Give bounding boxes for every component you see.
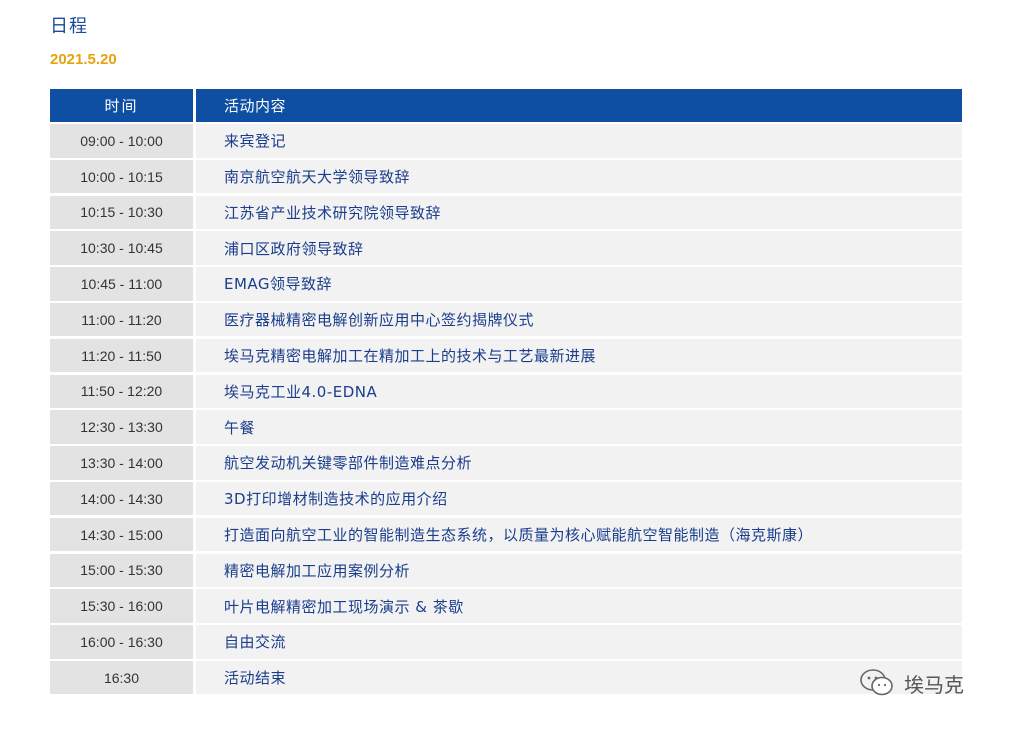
activity-cell: 浦口区政府领导致辞	[196, 231, 962, 265]
schedule-table: 时间 活动内容 09:00 - 10:00 来宾登记 10:00 - 10:15 南京…	[50, 89, 962, 697]
schedule-page: 日程 2021.5.20 时间 活动内容 09:00 - 10:00 来宾登记 10…	[0, 0, 1017, 729]
table-row: 11:20 - 11:50 埃马克精密电解加工在精加工上的技术与工艺最新进展	[50, 338, 962, 373]
activity-cell: 精密电解加工应用案例分析	[196, 553, 962, 588]
event-date: 2021.5.20	[50, 51, 117, 68]
wechat-icon	[860, 669, 893, 696]
table-row: 16:00 - 16:30 自由交流	[50, 625, 962, 659]
activity-cell: 江苏省产业技术研究院领导致辞	[196, 195, 962, 230]
table-row: 10:00 - 10:15 南京航空航天大学领导致辞	[50, 159, 962, 194]
time-cell: 12:30 - 13:30	[50, 410, 193, 444]
activity-cell: 午餐	[196, 410, 962, 444]
table-row: 11:00 - 11:20 医疗器械精密电解创新应用中心签约揭牌仪式	[50, 302, 962, 337]
table-row: 15:30 - 16:00 叶片电解精密加工现场演示 & 茶歇	[50, 589, 962, 623]
activity-cell: 航空发动机关键零部件制造难点分析	[196, 446, 962, 480]
table-row: 09:00 - 10:00 来宾登记	[50, 124, 962, 158]
header-time: 时间	[50, 89, 193, 122]
watermark-text: 埃马克	[904, 672, 964, 697]
table-body: 09:00 - 10:00 来宾登记 10:00 - 10:15 南京航空航天大学领导…	[50, 124, 962, 695]
activity-cell: 3D打印增材制造技术的应用介绍	[196, 481, 962, 516]
time-cell: 11:50 - 12:20	[50, 374, 193, 409]
activity-cell: 南京航空航天大学领导致辞	[196, 159, 962, 194]
header-activity: 活动内容	[196, 89, 962, 122]
time-cell: 16:30	[50, 660, 193, 695]
time-cell: 16:00 - 16:30	[50, 625, 193, 659]
table-row: 16:30 活动结束	[50, 660, 962, 695]
table-row: 11:50 - 12:20 埃马克工业4.0-EDNA	[50, 374, 962, 409]
table-row: 10:45 - 11:00 EMAG领导致辞	[50, 267, 962, 301]
activity-cell: 叶片电解精密加工现场演示 & 茶歇	[196, 589, 962, 623]
time-cell: 09:00 - 10:00	[50, 124, 193, 158]
time-cell: 11:00 - 11:20	[50, 302, 193, 337]
table-header: 时间 活动内容	[50, 89, 962, 122]
table-row: 10:15 - 10:30 江苏省产业技术研究院领导致辞	[50, 195, 962, 230]
time-cell: 14:30 - 15:00	[50, 517, 193, 552]
time-cell: 14:00 - 14:30	[50, 481, 193, 516]
activity-cell: 医疗器械精密电解创新应用中心签约揭牌仪式	[196, 302, 962, 337]
watermark: 埃马克	[860, 668, 964, 698]
time-cell: 10:30 - 10:45	[50, 231, 193, 265]
table-row: 14:30 - 15:00 打造面向航空工业的智能制造生态系统，以质量为核心赋能航…	[50, 517, 962, 552]
time-cell: 11:20 - 11:50	[50, 338, 193, 373]
table-row: 14:00 - 14:30 3D打印增材制造技术的应用介绍	[50, 481, 962, 516]
time-cell: 10:00 - 10:15	[50, 159, 193, 194]
time-cell: 15:00 - 15:30	[50, 553, 193, 588]
table-row: 15:00 - 15:30 精密电解加工应用案例分析	[50, 553, 962, 588]
activity-cell: 打造面向航空工业的智能制造生态系统，以质量为核心赋能航空智能制造（海克斯康）	[196, 517, 962, 552]
table-row: 13:30 - 14:00 航空发动机关键零部件制造难点分析	[50, 446, 962, 480]
activity-cell: 埃马克工业4.0-EDNA	[196, 374, 962, 409]
table-row: 10:30 - 10:45 浦口区政府领导致辞	[50, 231, 962, 265]
activity-cell: 来宾登记	[196, 124, 962, 158]
page-title: 日程	[50, 16, 88, 37]
activity-cell: 活动结束	[196, 660, 962, 695]
activity-cell: 埃马克精密电解加工在精加工上的技术与工艺最新进展	[196, 338, 962, 373]
time-cell: 13:30 - 14:00	[50, 446, 193, 480]
activity-cell: 自由交流	[196, 625, 962, 659]
table-row: 12:30 - 13:30 午餐	[50, 410, 962, 444]
time-cell: 15:30 - 16:00	[50, 589, 193, 623]
activity-cell: EMAG领导致辞	[196, 267, 962, 301]
time-cell: 10:15 - 10:30	[50, 195, 193, 230]
time-cell: 10:45 - 11:00	[50, 267, 193, 301]
